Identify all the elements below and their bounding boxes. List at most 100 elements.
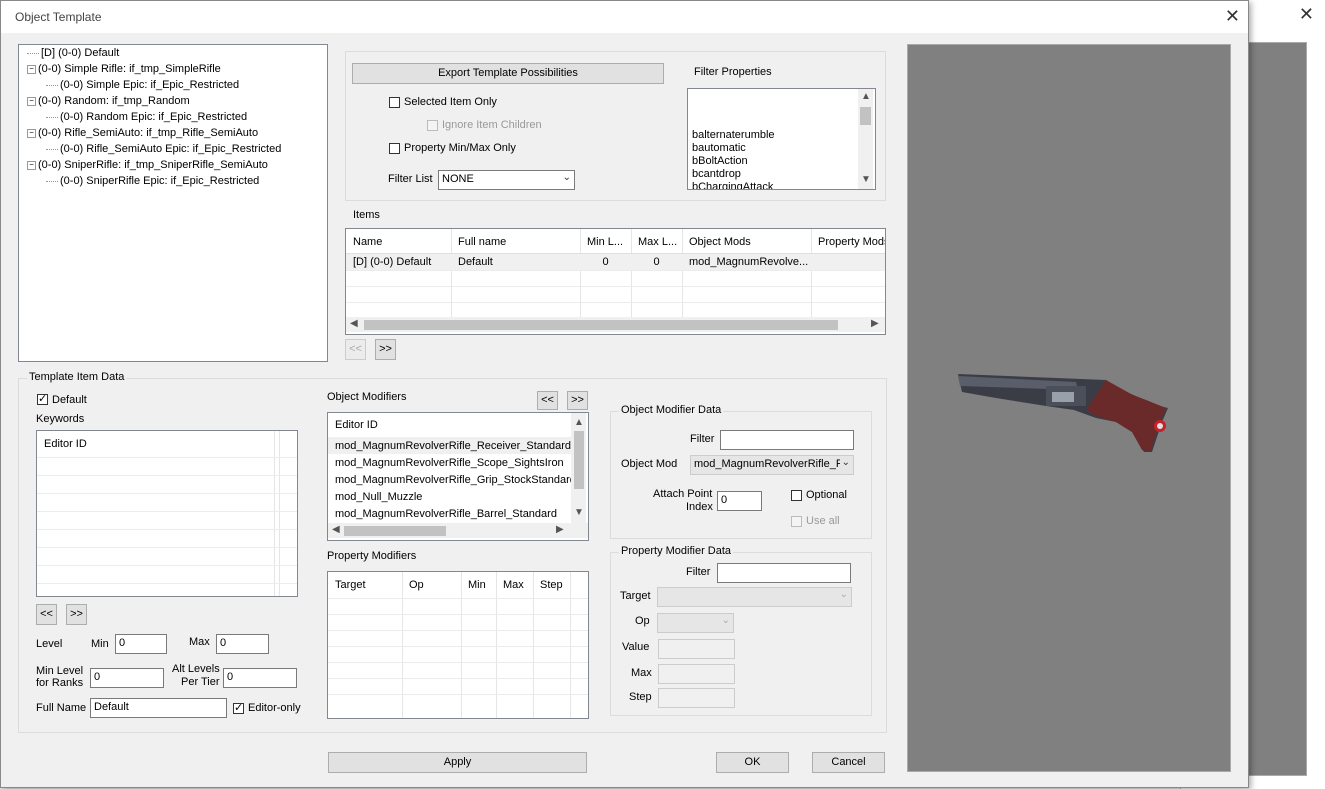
scroll-up-icon[interactable]: ▲: [574, 417, 584, 428]
min-level-ranks-label-2: for Ranks: [36, 677, 84, 689]
tree-item[interactable]: [D] (0-0) Default: [27, 47, 119, 59]
tree-item-label: (0-0) SniperRifle: if_tmp_SniperRifle_Se…: [38, 159, 268, 171]
object-modifiers-next-button[interactable]: >>: [567, 391, 588, 410]
editor-only-label: Editor-only: [248, 702, 301, 714]
pmd-step-input[interactable]: [658, 688, 735, 708]
object-mod-select[interactable]: mod_MagnumRevolverRifle_R ⌄: [690, 455, 854, 475]
scroll-left-icon[interactable]: ◀: [332, 524, 340, 535]
model-preview[interactable]: [907, 44, 1231, 772]
collapse-icon[interactable]: −: [27, 64, 36, 74]
object-modifiers-list[interactable]: Editor ID mod_MagnumRevolverRifle_Receiv…: [327, 412, 589, 541]
object-modifiers-hscrollbar[interactable]: ◀ ▶: [328, 523, 588, 538]
ignore-item-children-checkbox[interactable]: [427, 120, 438, 131]
object-modifier-item[interactable]: mod_MagnumRevolverRifle_Receiver_Standar…: [335, 440, 571, 452]
items-column-header[interactable]: Min L...: [587, 236, 623, 248]
scrollbar-thumb[interactable]: [364, 320, 838, 330]
object-modifier-item[interactable]: mod_MagnumRevolverRifle_Grip_StockStanda…: [335, 474, 576, 486]
background-close-icon[interactable]: ✕: [1299, 4, 1314, 25]
min-level-input[interactable]: 0: [115, 634, 167, 654]
max-level-input[interactable]: 0: [216, 634, 269, 654]
tree-item[interactable]: − (0-0) Random: if_tmp_Random: [27, 95, 190, 107]
filter-properties-list[interactable]: balternaterumble bautomatic bBoltAction bca…: [687, 88, 876, 190]
object-modifiers-prev-button[interactable]: <<: [537, 391, 558, 410]
full-name-input[interactable]: Default: [90, 698, 227, 718]
items-column-header[interactable]: Name: [353, 236, 382, 248]
tree-item[interactable]: − (0-0) Simple Rifle: if_tmp_SimpleRifle: [27, 63, 221, 75]
table-cell: mod_MagnumRevolve...: [689, 256, 809, 268]
default-checkbox[interactable]: [37, 392, 48, 406]
object-modifiers-vscrollbar[interactable]: ▲ ▼: [571, 413, 586, 523]
row-divider: [328, 694, 588, 695]
object-modifier-item[interactable]: mod_MagnumRevolverRifle_Barrel_Standard: [335, 508, 557, 520]
object-modifier-item[interactable]: mod_MagnumRevolverRifle_Scope_SightsIron: [335, 457, 564, 469]
scroll-right-icon[interactable]: ▶: [871, 318, 879, 329]
object-modifier-item[interactable]: mod_Null_Muzzle: [335, 491, 422, 503]
filter-properties-scrollbar[interactable]: ▲ ▼: [858, 89, 873, 189]
scroll-up-icon[interactable]: ▲: [861, 91, 871, 102]
items-hscrollbar[interactable]: ◀ ▶: [346, 317, 885, 332]
property-modifiers-list[interactable]: Target Op Min Max Step: [327, 571, 589, 719]
min-level-ranks-input[interactable]: 0: [90, 668, 164, 688]
use-all-checkbox[interactable]: [791, 516, 802, 527]
property-modifiers-column-header[interactable]: Max: [503, 579, 524, 591]
pmd-filter-input[interactable]: [717, 563, 851, 583]
tree-item[interactable]: − (0-0) SniperRifle: if_tmp_SniperRifle_S…: [27, 159, 268, 171]
full-name-label: Full Name: [36, 702, 87, 714]
property-minmax-only-checkbox[interactable]: [389, 143, 400, 154]
scrollbar-thumb[interactable]: [344, 526, 446, 536]
pmd-target-select[interactable]: ⌄: [657, 587, 852, 607]
optional-checkbox[interactable]: [791, 490, 802, 501]
keywords-next-button[interactable]: >>: [66, 604, 87, 625]
filter-property-item[interactable]: bcantdrop: [692, 168, 741, 180]
property-modifiers-column-header[interactable]: Min: [468, 579, 486, 591]
filter-property-item[interactable]: balternaterumble: [692, 129, 775, 141]
tree-item[interactable]: (0-0) Rifle_SemiAuto Epic: if_Epic_Restr…: [46, 143, 281, 155]
ok-button[interactable]: OK: [716, 752, 789, 773]
filter-property-item[interactable]: bautomatic: [692, 142, 746, 154]
scroll-right-icon[interactable]: ▶: [556, 524, 564, 535]
editor-only-checkbox[interactable]: [233, 701, 244, 715]
row-divider: [328, 630, 588, 631]
apply-button[interactable]: Apply: [328, 752, 587, 773]
close-icon[interactable]: ✕: [1225, 6, 1240, 27]
items-column-header[interactable]: Object Mods: [689, 236, 751, 248]
tree-item[interactable]: (0-0) SniperRifle Epic: if_Epic_Restrict…: [46, 175, 259, 187]
tree-item[interactable]: − (0-0) Rifle_SemiAuto: if_tmp_Rifle_Semi…: [27, 127, 258, 139]
property-modifiers-column-header[interactable]: Target: [335, 579, 366, 591]
items-column-header[interactable]: Full name: [458, 236, 506, 248]
object-modifiers-label: Object Modifiers: [327, 391, 407, 403]
keywords-list[interactable]: Editor ID: [36, 430, 298, 597]
scroll-down-icon[interactable]: ▼: [574, 507, 584, 518]
cancel-button[interactable]: Cancel: [812, 752, 885, 773]
export-template-button[interactable]: Export Template Possibilities: [352, 63, 664, 84]
pmd-max-input[interactable]: [658, 664, 735, 684]
pmd-op-select[interactable]: ⌄: [657, 613, 734, 633]
scrollbar-thumb[interactable]: [574, 431, 584, 489]
collapse-icon[interactable]: −: [27, 160, 36, 170]
tree-item[interactable]: (0-0) Random Epic: if_Epic_Restricted: [46, 111, 247, 123]
filter-property-item[interactable]: bChargingAttack: [692, 181, 773, 189]
items-next-button[interactable]: >>: [375, 339, 396, 360]
collapse-icon[interactable]: −: [27, 96, 36, 106]
items-column-header[interactable]: Property Mods: [818, 236, 885, 248]
scrollbar-thumb[interactable]: [860, 107, 871, 125]
keywords-prev-button[interactable]: <<: [36, 604, 57, 625]
filter-list-select[interactable]: NONE ⌄: [438, 170, 575, 190]
collapse-icon[interactable]: −: [27, 128, 36, 138]
property-modifiers-column-header[interactable]: Op: [409, 579, 424, 591]
scroll-left-icon[interactable]: ◀: [350, 318, 358, 329]
alt-levels-input[interactable]: 0: [223, 668, 297, 688]
items-prev-button[interactable]: <<: [345, 339, 366, 360]
items-column-header[interactable]: Max L...: [638, 236, 677, 248]
tree-item[interactable]: (0-0) Simple Epic: if_Epic_Restricted: [46, 79, 239, 91]
omd-filter-input[interactable]: [720, 430, 854, 450]
scroll-down-icon[interactable]: ▼: [861, 174, 871, 185]
selected-item-only-label: Selected Item Only: [404, 96, 497, 108]
selected-item-only-checkbox[interactable]: [389, 97, 400, 108]
pmd-value-input[interactable]: [658, 639, 735, 659]
template-tree[interactable]: [D] (0-0) Default − (0-0) Simple Rifle: if…: [18, 44, 328, 362]
property-modifiers-column-header[interactable]: Step: [540, 579, 563, 591]
attach-point-index-input[interactable]: 0: [717, 491, 762, 511]
items-list[interactable]: Name Full name Min L... Max L... Object Mods…: [345, 228, 886, 335]
filter-property-item[interactable]: bBoltAction: [692, 155, 748, 167]
